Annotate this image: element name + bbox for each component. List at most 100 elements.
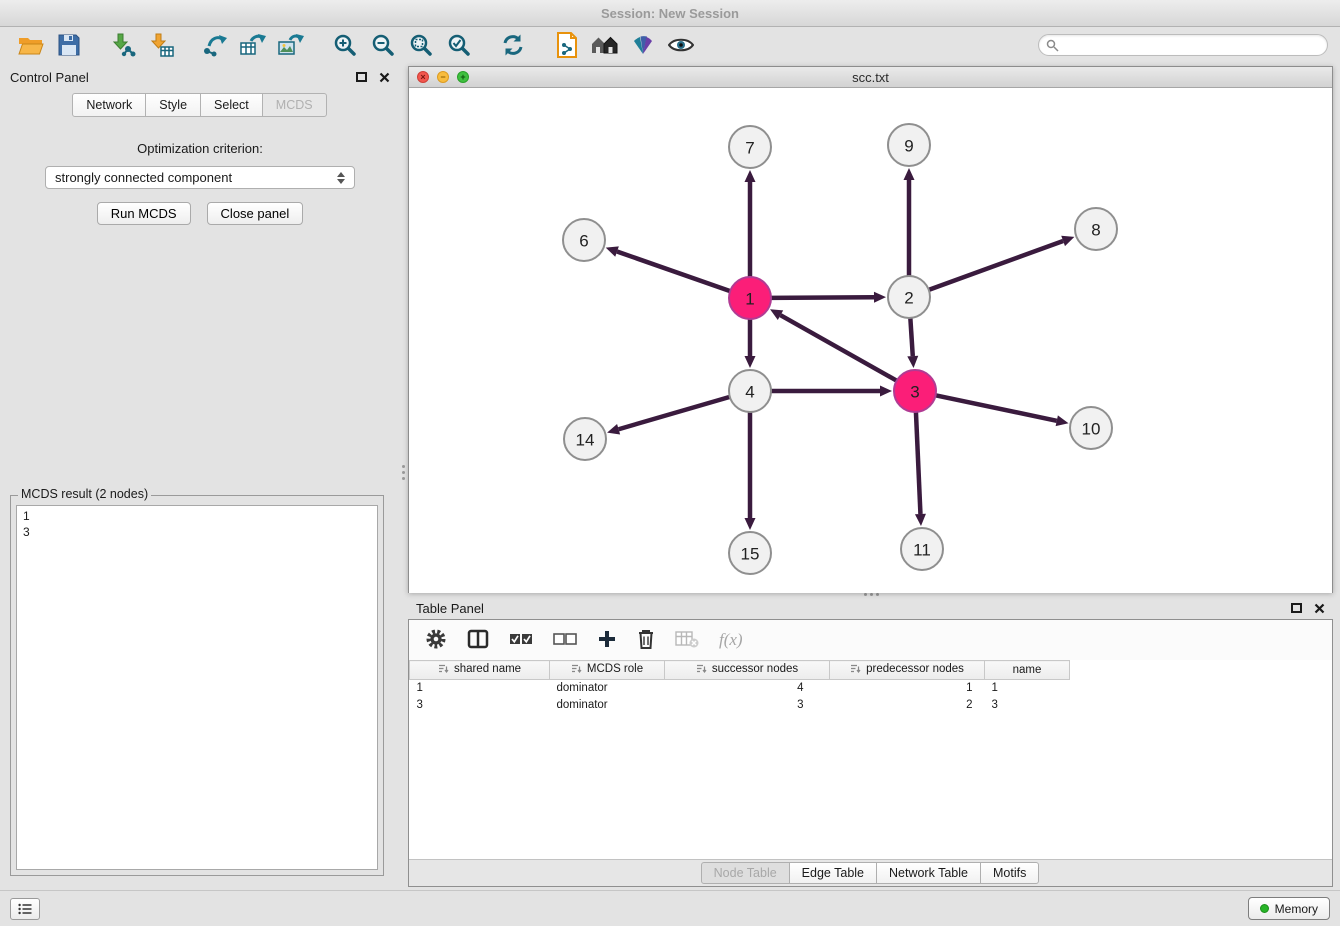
open-session-button[interactable] [12,30,50,60]
table-header-row: shared name MCDS role successor nodes pr… [410,661,1333,680]
column-header-successor-nodes[interactable]: successor nodes [665,661,830,680]
table-cell[interactable]: 3 [410,697,550,714]
close-panel-icon[interactable] [379,72,390,83]
criterion-dropdown[interactable]: strongly connected component [45,166,355,189]
table-cell[interactable]: dominator [550,680,665,697]
export-table-button[interactable] [234,30,272,60]
close-table-panel-icon[interactable] [1314,603,1325,614]
app-titlebar[interactable]: Session: New Session [0,0,1340,27]
tab-motifs[interactable]: Motifs [980,862,1039,884]
network-edge[interactable] [929,241,1063,290]
network-edge[interactable] [780,315,896,381]
network-node[interactable]: 7 [729,126,771,168]
table-cell[interactable]: 1 [985,680,1070,697]
delete-column-button[interactable] [637,628,655,653]
tab-network-table[interactable]: Network Table [876,862,981,884]
search-box[interactable] [1038,34,1328,56]
network-node[interactable]: 10 [1070,407,1112,449]
zoom-fit-button[interactable] [402,30,440,60]
export-network-button[interactable] [196,30,234,60]
zoom-in-button[interactable] [326,30,364,60]
mcds-result-title: MCDS result (2 nodes) [18,487,151,501]
minimize-window-button[interactable]: − [437,71,449,83]
save-floppy-icon [58,34,80,56]
tab-mcds[interactable]: MCDS [262,93,327,117]
network-edge[interactable] [916,412,921,514]
refresh-layout-button[interactable] [494,30,532,60]
network-node[interactable]: 15 [729,532,771,574]
nested-network-button[interactable] [586,30,624,60]
import-table-button[interactable] [142,30,180,60]
table-cell[interactable]: 1 [410,680,550,697]
network-canvas[interactable]: 1 2 3 4 6 7 8 9 10 11 14 15 [409,89,1332,593]
network-node[interactable]: 9 [888,124,930,166]
column-header-predecessor-nodes[interactable]: predecessor nodes [830,661,985,680]
zoom-window-button[interactable]: + [457,71,469,83]
tab-network[interactable]: Network [72,93,146,117]
select-all-button[interactable] [509,630,533,651]
network-edge[interactable] [910,318,912,356]
network-node[interactable]: 8 [1075,208,1117,250]
delete-table-button[interactable] [675,630,699,651]
table-cell[interactable]: 3 [985,697,1070,714]
network-node[interactable]: 11 [901,528,943,570]
horizontal-splitter-grip[interactable] [864,593,879,596]
network-window-titlebar[interactable]: × − + scc.txt [409,67,1332,88]
search-input[interactable] [1063,38,1320,52]
network-node[interactable]: 2 [888,276,930,318]
column-header-mcds-role[interactable]: MCDS role [550,661,665,680]
network-edge[interactable] [771,297,874,298]
tab-style[interactable]: Style [145,93,201,117]
network-overview-button[interactable] [548,30,586,60]
vertical-splitter[interactable] [400,63,408,890]
import-network-button[interactable] [104,30,142,60]
show-panels-button[interactable] [10,898,40,920]
memory-button[interactable]: Memory [1248,897,1330,920]
table-cell[interactable]: 4 [665,680,830,697]
export-image-button[interactable] [272,30,310,60]
function-builder-button[interactable]: f(x) [719,630,743,650]
save-session-button[interactable] [50,30,88,60]
network-edge[interactable] [936,395,1057,420]
control-panel-title: Control Panel [10,70,89,85]
column-header-shared-name[interactable]: shared name [410,661,550,680]
tab-node-table[interactable]: Node Table [701,862,790,884]
network-node[interactable]: 1 [729,277,771,319]
table-cell[interactable]: dominator [550,697,665,714]
network-node[interactable]: 14 [564,418,606,460]
table-settings-button[interactable] [425,628,447,653]
add-column-button[interactable] [597,629,617,652]
select-all-icon [509,630,533,648]
table-toolbar: f(x) [409,620,1332,660]
table-panel-title: Table Panel [416,601,484,616]
close-window-button[interactable]: × [417,71,429,83]
column-header-name[interactable]: name [985,661,1070,680]
style-button[interactable] [624,30,662,60]
deselect-all-button[interactable] [553,630,577,651]
vertical-splitter-grip[interactable] [402,465,405,480]
table-cell[interactable]: 3 [665,697,830,714]
float-table-panel-icon[interactable] [1291,603,1302,613]
table-row[interactable]: 1dominator411 [410,680,1333,697]
close-panel-button[interactable]: Close panel [207,202,304,225]
zoom-selected-button[interactable] [440,30,478,60]
mcds-result-list[interactable]: 13 [16,505,378,870]
show-hide-panel-button[interactable] [662,30,700,60]
column-visibility-button[interactable] [467,629,489,652]
table-cell[interactable]: 1 [830,680,985,697]
tab-select[interactable]: Select [200,93,263,117]
run-mcds-button[interactable]: Run MCDS [97,202,191,225]
float-panel-icon[interactable] [356,72,367,82]
tab-edge-table[interactable]: Edge Table [789,862,877,884]
edge-arrowhead-icon [1056,415,1069,426]
zoom-out-button[interactable] [364,30,402,60]
network-node[interactable]: 3 [894,370,936,412]
network-edge[interactable] [617,252,730,292]
edge-arrowhead-icon [874,292,886,303]
table-cell[interactable]: 2 [830,697,985,714]
network-edge[interactable] [619,397,730,429]
table-row[interactable]: 3dominator323 [410,697,1333,714]
deselect-all-icon [553,630,577,648]
network-node[interactable]: 6 [563,219,605,261]
network-node[interactable]: 4 [729,370,771,412]
